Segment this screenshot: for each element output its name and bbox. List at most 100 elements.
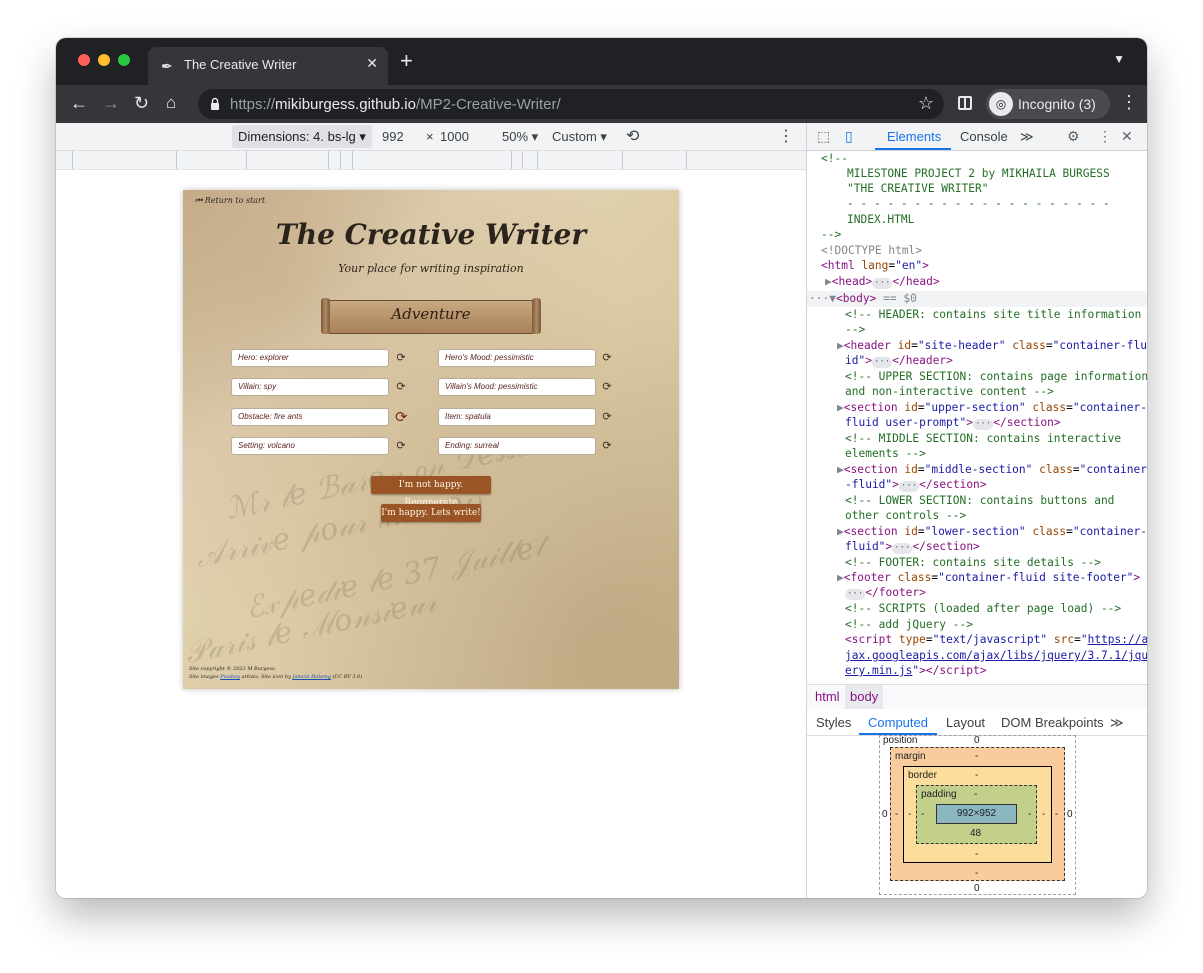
address-bar[interactable]: https://mikiburgess.github.io/MP2-Creati…: [198, 89, 944, 119]
margin-bottom-value: -: [975, 868, 979, 879]
code-line[interactable]: ▶<section id="middle-section" class="con…: [837, 462, 1147, 478]
device-toolbar-toggle-icon[interactable]: ▯: [845, 128, 853, 145]
throttle-select[interactable]: Custom ▾: [552, 129, 607, 145]
refresh-icon[interactable]: ⟳: [395, 410, 408, 425]
code-line[interactable]: ▶<head> ··· </head>: [825, 274, 940, 290]
border-right-value: -: [1042, 809, 1046, 820]
padding-label: padding: [921, 789, 957, 800]
active-tab-underline: [875, 148, 951, 150]
return-to-start-link[interactable]: ⏮ Return to start: [195, 196, 265, 206]
side-panel-icon[interactable]: [958, 96, 972, 110]
hero-field[interactable]: Hero: explorer: [231, 349, 389, 367]
refresh-icon[interactable]: ⟳: [395, 352, 407, 364]
code-line: <!-- UPPER SECTION: contains page inform…: [845, 370, 1147, 383]
pixabay-link[interactable]: Pixabay: [220, 674, 240, 680]
close-window-button[interactable]: [78, 54, 90, 66]
refresh-icon[interactable]: ⟳: [601, 440, 613, 452]
border-top-value: -: [975, 770, 979, 781]
code-line[interactable]: ▶<header id="site-header" class="contain…: [837, 338, 1147, 354]
code-line[interactable]: jax.googleapis.com/ajax/libs/jquery/3.7.…: [845, 648, 1147, 664]
code-line: MILESTONE PROJECT 2 by MIKHAILA BURGESS: [847, 167, 1110, 180]
new-tab-button[interactable]: +: [400, 48, 413, 74]
dimensions-select[interactable]: Dimensions: 4. bs-lg ▾: [232, 125, 372, 148]
margin-right-value: -: [1055, 809, 1059, 820]
breadcrumb-html[interactable]: html: [815, 689, 840, 704]
code-line-body[interactable]: ···▼<body> == $0: [809, 291, 917, 307]
tab-layout[interactable]: Layout: [946, 715, 985, 730]
item-field[interactable]: Item: spatula: [438, 408, 596, 426]
code-line: fluid"> ··· </section>: [845, 540, 980, 554]
icon-author-link[interactable]: Jamcie Holemg: [292, 674, 331, 680]
code-line: <!DOCTYPE html>: [821, 244, 923, 257]
refresh-icon[interactable]: ⟳: [601, 411, 613, 423]
inspect-element-icon[interactable]: ⬚: [817, 128, 830, 145]
code-line[interactable]: ▶<section id="upper-section" class="cont…: [837, 400, 1147, 416]
zoom-window-button[interactable]: [118, 54, 130, 66]
reload-icon[interactable]: ↻: [134, 91, 149, 115]
creative-writer-page: ℳ𝓇 𝓁𝑒 ℬ𝒶𝓇𝑜𝓃 ℴ𝓃 𝒟𝑒𝓈𝓈𝒶 𝒜𝓇𝓇𝒾𝓋𝑒 𝓅𝑜𝓊𝓇 𝓊𝓃 𝓂𝑜𝒾𝓈…: [183, 190, 679, 689]
code-line: "THE CREATIVE WRITER": [847, 182, 989, 195]
border-label: border: [908, 770, 937, 781]
code-line[interactable]: ▶<footer class="container-fluid site-foo…: [837, 570, 1140, 586]
code-line: -->: [821, 228, 842, 241]
url-text: https://mikiburgess.github.io/MP2-Creati…: [230, 96, 561, 113]
tab-console[interactable]: Console: [960, 129, 1008, 144]
bookmark-star-icon[interactable]: ☆: [918, 93, 934, 114]
position-bottom-value: 0: [974, 883, 980, 894]
browser-menu-icon[interactable]: ⋮: [1120, 92, 1138, 113]
villain-field[interactable]: Villain: spy: [231, 378, 389, 396]
code-line[interactable]: ery.min.js"></script>: [845, 663, 986, 679]
ending-field[interactable]: Ending: surreal: [438, 437, 596, 455]
lock-icon: [211, 97, 219, 110]
refresh-icon[interactable]: ⟳: [601, 352, 613, 364]
obstacle-field[interactable]: Obstacle: fire ants: [231, 408, 389, 426]
content-box: 992×952: [936, 804, 1017, 824]
refresh-icon[interactable]: ⟳: [395, 381, 407, 393]
forward-arrow-icon[interactable]: →: [102, 91, 120, 115]
site-subtitle: Your place for writing inspiration: [338, 262, 524, 275]
incognito-icon: ◎: [989, 92, 1013, 116]
back-arrow-icon[interactable]: ←: [70, 91, 88, 115]
code-line[interactable]: ▶<section id="lower-section" class="cont…: [837, 524, 1147, 540]
devtools-menu-icon[interactable]: ⋮: [1098, 128, 1112, 145]
tab-dom-breakpoints[interactable]: DOM Breakpoints: [1001, 715, 1104, 730]
refresh-icon[interactable]: ⟳: [601, 381, 613, 393]
minimize-window-button[interactable]: [98, 54, 110, 66]
lets-write-button[interactable]: I'm happy. Lets write!: [381, 504, 481, 522]
tab-elements[interactable]: Elements: [887, 129, 941, 144]
device-toolbar-menu-icon[interactable]: ⋮: [778, 126, 794, 146]
close-devtools-icon[interactable]: ✕: [1121, 128, 1133, 145]
more-panes-icon[interactable]: ≫: [1110, 715, 1124, 731]
tab-search-chevron-icon[interactable]: ▼: [1113, 52, 1125, 66]
close-tab-icon[interactable]: ✕: [366, 55, 378, 72]
border-left-value: -: [908, 809, 912, 820]
padding-bottom-value: 48: [970, 828, 982, 839]
quill-favicon-icon: ✒: [161, 58, 173, 74]
home-icon[interactable]: ⌂: [166, 91, 176, 115]
regenerate-button[interactable]: I'm not happy. Regenerate: [371, 476, 491, 508]
code-line: <!-- HEADER: contains site title informa…: [845, 308, 1142, 321]
zoom-select[interactable]: 50% ▾: [502, 129, 538, 145]
footer-credits: Site images Pixabay artists; Site icon b…: [189, 674, 363, 680]
refresh-icon[interactable]: ⟳: [395, 440, 407, 452]
rotate-icon[interactable]: ⟲: [626, 126, 639, 146]
incognito-profile-button[interactable]: ◎ Incognito (3): [986, 89, 1110, 119]
code-line: ··· </footer>: [845, 586, 926, 600]
media-query-ruler: [56, 151, 806, 170]
villain-mood-field[interactable]: Villain's Mood: pessimistic: [438, 378, 596, 396]
styles-pane-tabs: Styles Computed Layout DOM Breakpoints ≫: [807, 709, 1147, 736]
more-tabs-icon[interactable]: ≫: [1020, 129, 1034, 145]
setting-field[interactable]: Setting: volcano: [231, 437, 389, 455]
code-line: <html lang="en">: [821, 259, 929, 272]
padding-left-value: -: [921, 809, 925, 820]
hero-mood-field[interactable]: Hero's Mood: pessimistic: [438, 349, 596, 367]
tab-active[interactable]: ✒ The Creative Writer ✕: [148, 47, 388, 85]
breadcrumb-body[interactable]: body: [845, 685, 884, 709]
position-right-value: 0: [1067, 809, 1073, 820]
tab-styles[interactable]: Styles: [816, 715, 851, 730]
device-width-input[interactable]: 992: [382, 129, 404, 144]
position-label: position: [883, 735, 918, 746]
tab-computed[interactable]: Computed: [868, 715, 928, 730]
settings-gear-icon[interactable]: ⚙: [1067, 128, 1080, 145]
device-height-input[interactable]: 1000: [440, 129, 469, 144]
